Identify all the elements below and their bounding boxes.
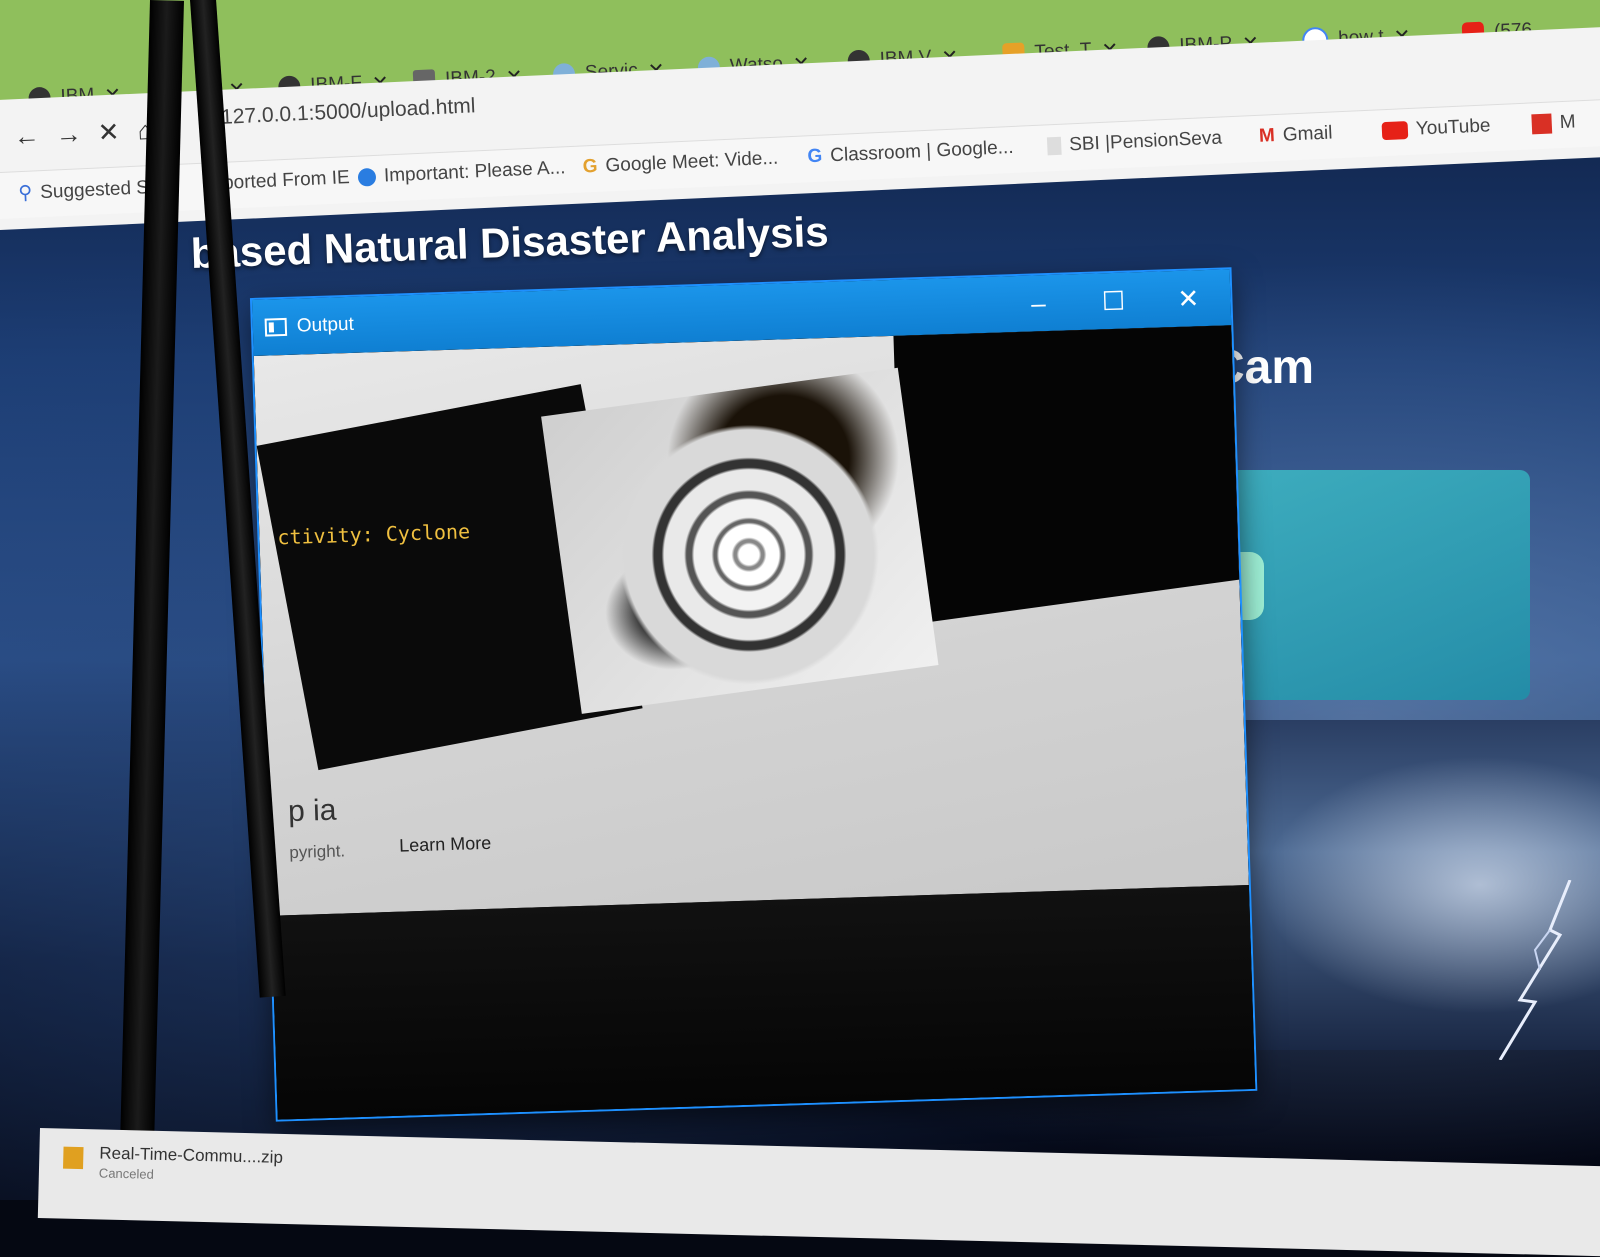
- bookmark-classroom[interactable]: G Classroom | Google...: [807, 137, 1014, 168]
- bookmark-sbi-pensionseva[interactable]: SBI |PensionSeva: [1046, 127, 1223, 157]
- bookmark-imported-from-ie[interactable]: ported From IE: [223, 167, 351, 195]
- youtube-icon: [1381, 121, 1409, 141]
- stop-icon[interactable]: ✕: [97, 116, 120, 148]
- wikipedia-fragment: p ia: [287, 793, 337, 829]
- feed-desk-area: [271, 884, 1256, 1120]
- bookmark-label: SBI |PensionSeva: [1068, 127, 1223, 156]
- copyright-fragment: pyright.: [289, 841, 346, 863]
- forward-icon[interactable]: →: [55, 118, 82, 150]
- edge-icon: [357, 167, 377, 187]
- google-icon: G: [582, 155, 598, 178]
- bookmark-gmail[interactable]: M Gmail: [1259, 122, 1333, 147]
- bookmark-label: M: [1559, 111, 1577, 134]
- bookmark-label: Important: Please A...: [383, 157, 566, 187]
- bookmark-label: ported From IE: [222, 167, 351, 194]
- page-icon: [1046, 136, 1062, 156]
- address-bar[interactable]: 127.0.0.1:5000/upload.html: [221, 94, 476, 130]
- bookmark-label: Google Meet: Vide...: [605, 147, 779, 177]
- output-window[interactable]: Output – ☐ ✕ ctivity: Cyclone p ia pyrig…: [252, 269, 1256, 1120]
- zip-file-icon: [63, 1146, 84, 1170]
- bookmark-youtube[interactable]: YouTube: [1381, 115, 1491, 142]
- window-title: Output: [296, 313, 355, 337]
- download-filename[interactable]: Real-Time-Commu....zip: [99, 1143, 283, 1167]
- bookmark-label: Gmail: [1282, 122, 1333, 146]
- search-icon: ⚲: [17, 182, 33, 205]
- maximize-button[interactable]: ☐: [1091, 282, 1136, 319]
- window-app-icon: [264, 317, 288, 337]
- cyclone-satellite-image: [541, 367, 939, 714]
- lightning-icon: [1498, 880, 1572, 1060]
- camera-feed: ctivity: Cyclone p ia pyright. Learn Mor…: [253, 325, 1256, 1120]
- bookmark-m[interactable]: M: [1531, 111, 1576, 135]
- gmail-icon: M: [1258, 125, 1276, 147]
- download-status: Canceled: [98, 1165, 155, 1182]
- minimize-button[interactable]: –: [1016, 285, 1061, 322]
- feed-dark-region: [893, 325, 1240, 626]
- google-icon: G: [807, 145, 823, 168]
- learn-more-link: Learn More: [398, 832, 492, 856]
- close-button[interactable]: ✕: [1166, 280, 1211, 317]
- bookmark-important[interactable]: Important: Please A...: [357, 157, 566, 188]
- bookmark-label: Classroom | Google...: [829, 136, 1014, 167]
- bookmark-label: YouTube: [1415, 115, 1491, 140]
- bookmark-google-meet[interactable]: G Google Meet: Vide...: [582, 148, 778, 179]
- bookmark-icon: [1531, 113, 1553, 135]
- back-icon[interactable]: ←: [13, 120, 40, 152]
